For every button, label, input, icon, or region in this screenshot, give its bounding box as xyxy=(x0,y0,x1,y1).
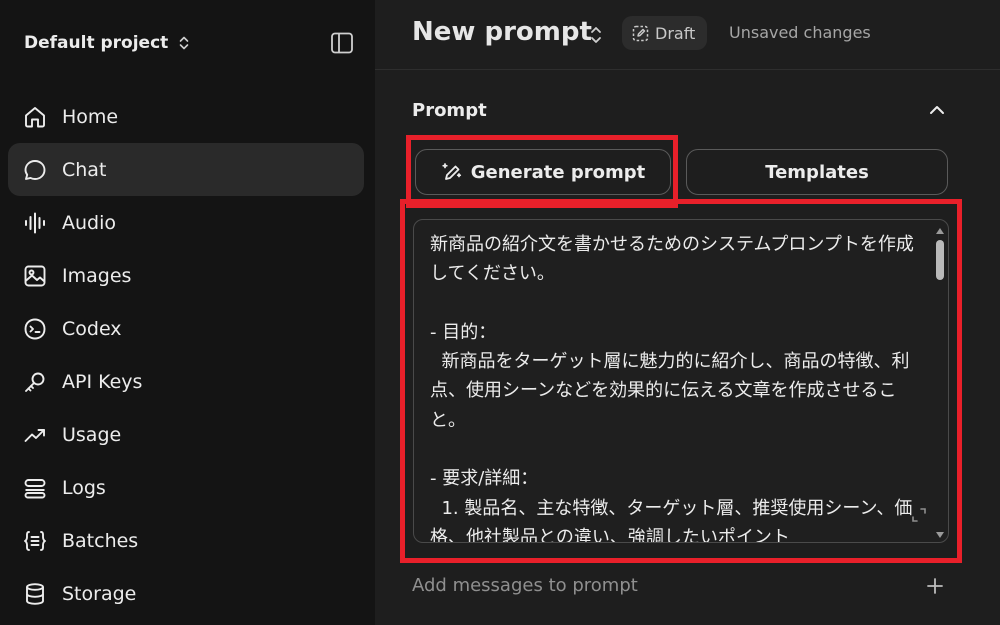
prompt-textarea[interactable]: 新商品の紹介文を書かせるためのシステムプロンプトを作成してください。 - 目的：… xyxy=(413,219,949,543)
project-selector[interactable]: Default project xyxy=(24,28,192,58)
sidebar-item-api-keys[interactable]: API Keys xyxy=(8,355,364,408)
project-name: Default project xyxy=(24,33,169,53)
scroll-up-arrow-icon[interactable] xyxy=(936,228,944,234)
database-icon xyxy=(26,582,44,605)
main-panel: New prompt Draft Unsaved changes Prompt … xyxy=(375,0,1000,625)
sidebar-item-label: Home xyxy=(62,105,119,128)
chevron-up-down-icon[interactable] xyxy=(587,24,605,46)
sidebar-item-storage[interactable]: Storage xyxy=(8,567,364,620)
generate-prompt-label: Generate prompt xyxy=(470,161,646,183)
logs-stack-icon xyxy=(24,478,46,498)
plus-icon[interactable] xyxy=(926,577,944,595)
sidebar-item-home[interactable]: Home xyxy=(8,90,364,143)
sidebar-item-label: Batches xyxy=(62,529,139,552)
magic-pencil-icon xyxy=(442,163,461,180)
sidebar-item-label: Usage xyxy=(62,423,122,446)
sidebar-item-label: Audio xyxy=(62,211,117,234)
sidebar-item-label: Chat xyxy=(62,158,107,181)
sidebar-nav: Home Chat Audio Images Codex API Keys Us… xyxy=(8,90,364,620)
sidebar-item-batches[interactable]: Batches xyxy=(8,514,364,567)
header: New prompt Draft Unsaved changes xyxy=(375,0,1000,70)
add-messages-link[interactable]: Add messages to prompt xyxy=(412,575,638,596)
home-icon xyxy=(25,106,45,127)
sidebar-item-label: Images xyxy=(62,264,132,287)
audio-wave-icon xyxy=(25,212,45,233)
prompt-section-title: Prompt xyxy=(412,100,487,121)
sidebar-toggle-icon[interactable] xyxy=(329,30,355,56)
image-icon xyxy=(24,265,46,286)
page-title[interactable]: New prompt xyxy=(412,17,592,47)
sidebar-item-audio[interactable]: Audio xyxy=(8,196,364,249)
chevron-up-down-icon xyxy=(179,36,189,50)
codex-icon xyxy=(24,318,46,339)
badge-label: Draft xyxy=(655,23,696,43)
scrollbar-thumb[interactable] xyxy=(936,240,944,280)
sidebar-item-codex[interactable]: Codex xyxy=(8,302,364,355)
braces-list-icon xyxy=(24,530,46,551)
generate-prompt-button[interactable]: Generate prompt xyxy=(415,149,671,195)
prompt-text: 新商品の紹介文を書かせるためのシステムプロンプトを作成してください。 - 目的：… xyxy=(430,234,914,543)
sidebar-item-logs[interactable]: Logs xyxy=(8,461,364,514)
sidebar-item-images[interactable]: Images xyxy=(8,249,364,302)
sidebar-item-label: Codex xyxy=(62,317,122,340)
chevron-up-icon[interactable] xyxy=(927,100,947,120)
draft-pencil-icon xyxy=(632,25,649,41)
sidebar-item-label: API Keys xyxy=(62,370,143,393)
sidebar-item-usage[interactable]: Usage xyxy=(8,408,364,461)
templates-button[interactable]: Templates xyxy=(686,149,948,195)
unsaved-status: Unsaved changes xyxy=(729,23,871,42)
sidebar-item-chat[interactable]: Chat xyxy=(8,143,364,196)
scroll-down-arrow-icon[interactable] xyxy=(936,532,944,538)
trend-up-icon xyxy=(24,428,45,442)
sidebar-item-label: Storage xyxy=(62,582,137,605)
sidebar: Default project Home Chat Audio Images C… xyxy=(0,0,375,625)
status-badge: Draft xyxy=(622,16,708,50)
key-icon xyxy=(25,372,45,392)
expand-icon[interactable] xyxy=(910,506,928,524)
templates-label: Templates xyxy=(765,161,869,183)
editor-scrollbar[interactable] xyxy=(934,224,946,540)
chat-bubble-icon xyxy=(24,159,46,180)
sidebar-item-label: Logs xyxy=(62,476,106,499)
